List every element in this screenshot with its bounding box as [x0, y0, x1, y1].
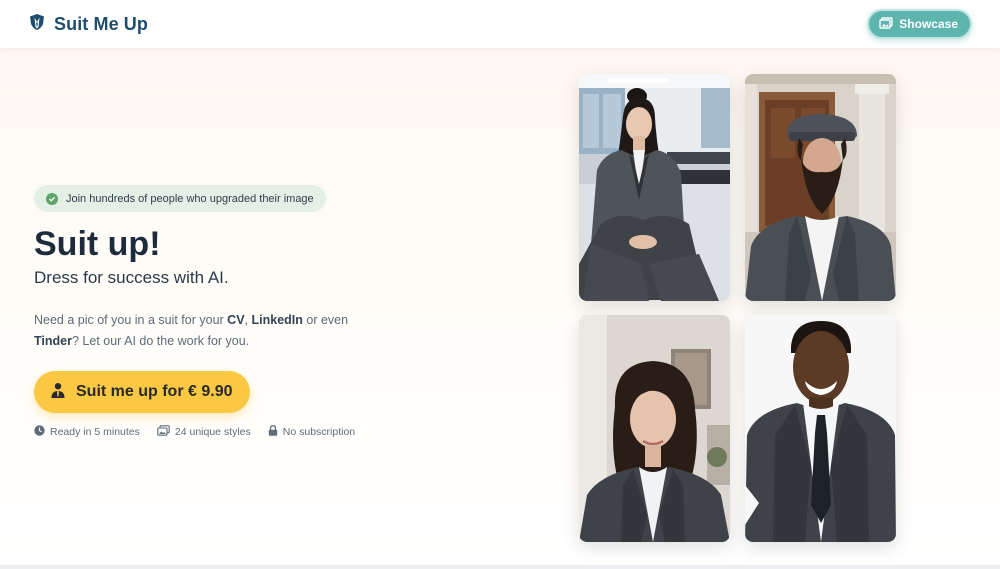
- lock-icon: [268, 425, 278, 439]
- images-icon: [879, 16, 893, 32]
- feature-item: No subscription: [268, 425, 355, 439]
- feature-label: 24 unique styles: [174, 426, 251, 438]
- suited-person-icon: [50, 382, 66, 403]
- hero-description: Need a pic of you in a suit for your CV,…: [34, 313, 349, 348]
- portrait-woman-curly: [579, 315, 730, 542]
- images-icon: [157, 425, 170, 439]
- brand-title: Suit Me Up: [54, 13, 148, 34]
- top-navbar: Suit Me Up Showcase: [0, 0, 1000, 48]
- page-title: Suit up!: [34, 225, 161, 263]
- showcase-label: Showcase: [899, 17, 958, 31]
- badge-text: Join hundreds of people who upgraded the…: [66, 192, 314, 205]
- hero-section: Join hundreds of people who upgraded the…: [34, 185, 454, 439]
- linkedin-highlight: LinkedIn: [251, 313, 303, 327]
- clock-icon: [34, 425, 45, 439]
- social-proof-badge: Join hundreds of people who upgraded the…: [34, 185, 326, 212]
- showcase-gallery: [579, 74, 896, 542]
- tinder-highlight: Tinder: [34, 334, 72, 348]
- feature-label: Ready in 5 minutes: [50, 426, 140, 438]
- check-circle-icon: [46, 192, 58, 205]
- shield-logo-icon: [28, 13, 46, 36]
- portrait-man-smiling: [745, 315, 896, 542]
- cv-highlight: CV: [227, 313, 245, 327]
- feature-item: Ready in 5 minutes: [34, 425, 140, 439]
- hero-subtitle: Dress for success with AI.: [34, 268, 229, 287]
- page-bottom-divider: [0, 565, 1000, 569]
- feature-list: Ready in 5 minutes 24 unique styles No s…: [34, 425, 454, 439]
- cta-label: Suit me up for € 9.90: [76, 383, 233, 400]
- suit-me-up-button[interactable]: Suit me up for € 9.90: [34, 371, 251, 413]
- feature-item: 24 unique styles: [157, 425, 251, 439]
- portrait-woman-office: [579, 74, 730, 301]
- portrait-man-cap: [745, 74, 896, 301]
- showcase-button[interactable]: Showcase: [867, 9, 972, 39]
- brand-logo-link[interactable]: Suit Me Up: [28, 13, 148, 36]
- feature-label: No subscription: [282, 426, 356, 438]
